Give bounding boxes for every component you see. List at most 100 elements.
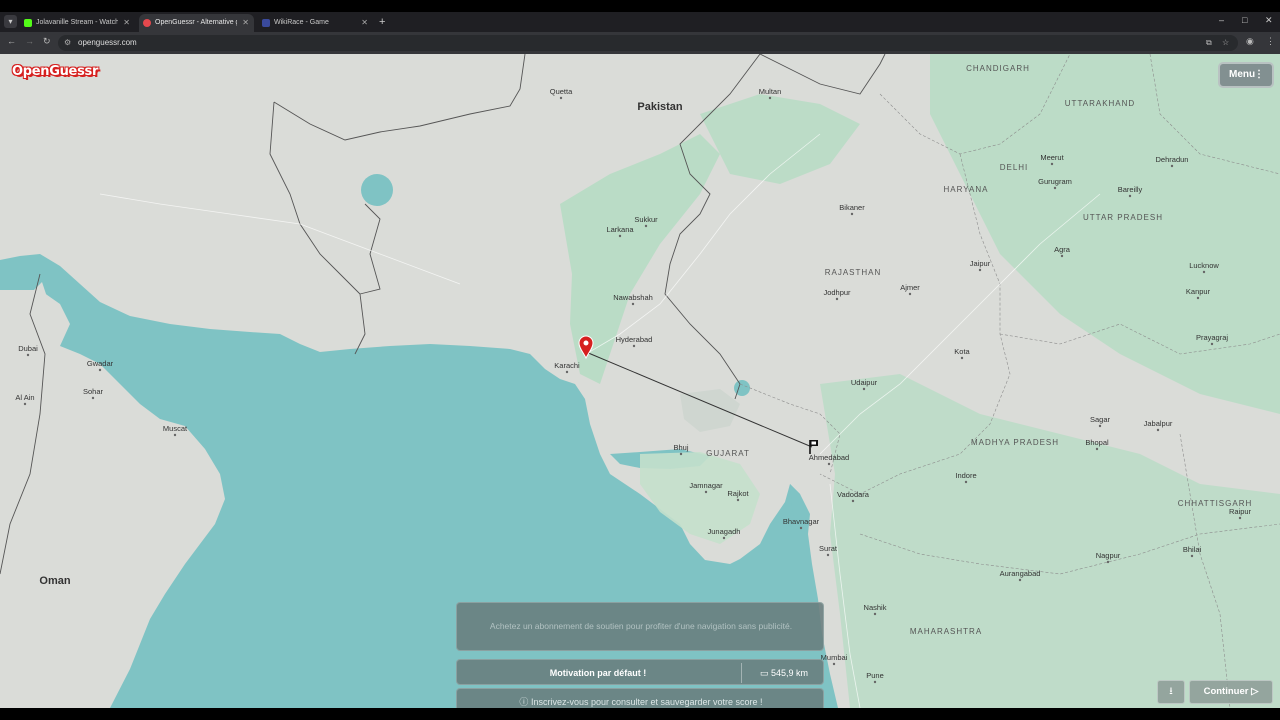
city-label: Gwadar [87,359,114,368]
city-dot [960,356,964,360]
city-dot [631,302,635,306]
info-icon: ⓘ [519,697,529,707]
menu-button[interactable]: Menu ⋮ [1218,62,1274,88]
close-icon[interactable]: ✕ [242,14,249,32]
city-dot [618,234,622,238]
tab-title: WikiRace - Game [274,19,329,26]
city-label: Bikaner [839,203,865,212]
kick-favicon-icon [24,19,32,27]
city-dot [1190,554,1194,558]
city-label: Gurugram [1038,177,1072,186]
city-label: Al Ain [15,393,34,402]
city-dot [978,268,982,272]
city-label: Jamnagar [689,481,723,490]
tab-wikirace[interactable]: WikiRace - Game ✕ [258,14,373,32]
city-dot [1018,578,1022,582]
address-bar[interactable]: ⚙ openguessr.com ⧉ ☆ [58,35,1238,51]
city-label: Quetta [550,87,573,96]
tab-jolavanille[interactable]: Jolavanille Stream - Watch Liv ✕ [20,14,135,32]
minimize-icon[interactable]: – [1219,15,1224,25]
browser-menu-icon[interactable]: ⋮ [1266,36,1275,47]
region-label: RAJASTHAN [825,268,882,277]
city-label: Dubai [18,344,38,353]
city-dot [173,433,177,437]
region-label: UTTARAKHAND [1065,99,1135,108]
city-dot [722,536,726,540]
city-dot [91,396,95,400]
country-label: Oman [39,575,70,587]
region-label: MADHYA PRADESH [971,438,1059,447]
distance-readout: ▭ 545,9 km [743,660,825,686]
bookmark-star-icon[interactable]: ☆ [1222,38,1229,47]
signup-prompt[interactable]: ⓘ Inscrivez-vous pour consulter et sauve… [456,688,824,708]
city-label: Ajmer [900,283,920,292]
profile-icon[interactable]: ◉ [1246,36,1254,47]
translate-icon[interactable]: ⧉ [1206,38,1212,48]
city-label: Surat [819,544,838,553]
ad-banner-text: Achetez un abonnement de soutien pour pr… [489,621,793,631]
city-label: Prayagraj [1196,333,1228,342]
city-dot [1106,560,1110,564]
tab-strip: ▾ Jolavanille Stream - Watch Liv ✕ OpenG… [0,12,1280,32]
city-label: Hyderabad [616,335,653,344]
close-icon[interactable]: ✕ [361,14,368,32]
city-label: Sukkur [634,215,658,224]
close-icon[interactable]: ✕ [123,14,130,32]
city-dot [679,452,683,456]
city-dot [1210,342,1214,346]
page-viewport: Pakistan Oman RAJASTHAN GUJARAT HARYANA UTTAR… [0,54,1280,708]
city-label: Agra [1054,245,1071,254]
city-label: Pune [866,671,884,680]
continue-label: Continuer [1203,686,1249,697]
city-label: Nawabshah [613,293,653,302]
city-dot [826,553,830,557]
city-label: Rajkot [727,489,749,498]
openguessr-logo[interactable]: OpenGuessr [12,64,98,79]
maximize-icon[interactable]: □ [1242,15,1247,25]
city-label: Udaipur [851,378,878,387]
new-tab-button[interactable]: + [379,14,385,30]
city-label: Bhilai [1183,545,1202,554]
city-dot [1053,186,1057,190]
forward-icon[interactable]: → [25,36,34,46]
site-info-icon[interactable]: ⚙ [64,38,71,47]
city-dot [1202,270,1206,274]
city-dot [768,96,772,100]
region-label: GUJARAT [706,449,750,458]
city-dot [632,344,636,348]
openguessr-favicon-icon [143,19,151,27]
city-dot [873,680,877,684]
city-dot [964,480,968,484]
menu-label: Menu [1229,69,1256,80]
city-dot [644,224,648,228]
motivation-text: Motivation par défaut ! [549,668,647,678]
city-label: Larkana [606,225,634,234]
region-label: HARYANA [944,185,989,194]
city-dot [1156,428,1160,432]
city-label: Dehradun [1156,155,1189,164]
browser-toolbar: ← → ↻ ⚙ openguessr.com ⧉ ☆ ◉ ⋮ [0,32,1280,54]
download-icon: ⭳ [1169,686,1173,697]
city-label: Nashik [864,603,887,612]
city-label: Kota [954,347,970,356]
reload-icon[interactable]: ↻ [43,36,51,47]
back-icon[interactable]: ← [7,36,16,46]
signup-text[interactable]: ⓘ Inscrivez-vous pour consulter et sauve… [457,689,825,708]
city-dot [1128,194,1132,198]
continue-button[interactable]: Continuer ▷ [1189,680,1273,704]
city-dot [736,498,740,502]
city-dot [873,612,877,616]
city-label: Raipur [1229,507,1252,516]
download-button[interactable]: ⭳ [1157,680,1185,704]
city-label: Indore [955,471,976,480]
tab-search-button[interactable]: ▾ [4,15,17,28]
url-text[interactable]: openguessr.com [78,38,137,47]
close-window-icon[interactable]: ✕ [1265,15,1273,26]
city-label: Jodhpur [823,288,851,297]
city-dot [26,353,30,357]
city-label: Jabalpur [1144,419,1173,428]
city-dot [1095,447,1099,451]
ad-banner[interactable]: Achetez un abonnement de soutien pour pr… [456,602,824,651]
city-dot [559,96,563,100]
tab-openguessr[interactable]: OpenGuessr - Alternative gratu ✕ [139,14,254,32]
